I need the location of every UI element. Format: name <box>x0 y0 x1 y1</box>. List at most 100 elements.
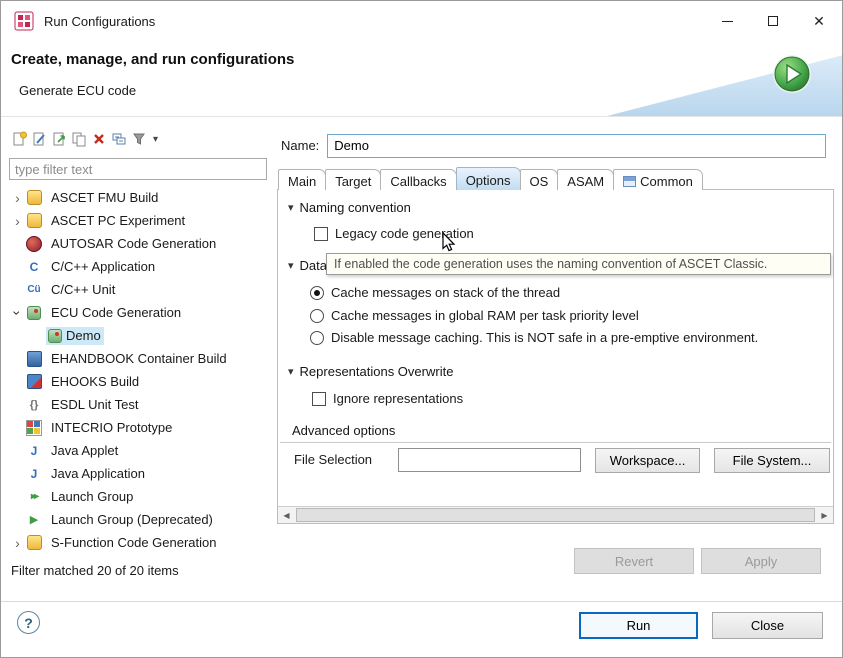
disable-caching-radio[interactable] <box>310 331 324 345</box>
tree-item-ascet-pc-experiment[interactable]: › ASCET PC Experiment <box>9 209 267 232</box>
delete-configuration-icon[interactable] <box>89 130 108 149</box>
collapse-icon[interactable]: › <box>11 304 25 321</box>
tree-item-label: Demo <box>66 328 101 343</box>
naming-convention-section[interactable]: ▾ Naming convention <box>288 200 411 215</box>
collapse-all-icon[interactable] <box>109 130 128 149</box>
close-button[interactable]: ✕ <box>796 1 842 41</box>
tree-item-ehooks-build[interactable]: EHOOKS Build <box>9 370 267 393</box>
c-cpp-application-icon: C <box>26 259 42 275</box>
cache-stack-radio[interactable] <box>310 286 324 300</box>
ignore-representations-checkbox[interactable] <box>312 392 326 406</box>
horizontal-scrollbar[interactable]: ◀ ▶ <box>278 506 833 523</box>
section-collapse-icon[interactable]: ▾ <box>288 259 294 272</box>
name-row: Name: <box>281 133 826 158</box>
launch-group-deprecated-icon: ▶ <box>26 512 42 528</box>
tree-item-java-application[interactable]: J Java Application <box>9 462 267 485</box>
cache-global-ram-radio[interactable] <box>310 309 324 323</box>
tree-item-esdl-unit-test[interactable]: {} ESDL Unit Test <box>9 393 267 416</box>
expand-icon[interactable]: › <box>9 536 26 550</box>
header-subtitle: Generate ECU code <box>19 83 136 98</box>
help-button[interactable]: ? <box>17 611 40 634</box>
tab-asam[interactable]: ASAM <box>557 169 614 190</box>
tree-item-label: S-Function Code Generation <box>47 533 220 552</box>
duplicate-configuration-icon[interactable] <box>69 130 88 149</box>
c-cpp-unit-icon: Cü <box>26 282 42 298</box>
data-section[interactable]: ▾ Data <box>288 258 327 273</box>
revert-button[interactable]: Revert <box>574 548 694 574</box>
app-icon <box>14 11 34 31</box>
new-configuration-icon[interactable] <box>9 130 28 149</box>
cache-global-ram-label: Cache messages in global RAM per task pr… <box>331 308 639 323</box>
tree-item-ascet-fmu-build[interactable]: › ASCET FMU Build <box>9 186 267 209</box>
tree-item-ehandbook-container-build[interactable]: EHANDBOOK Container Build <box>9 347 267 370</box>
tree-item-label: ECU Code Generation <box>47 303 185 322</box>
name-input[interactable] <box>327 134 826 158</box>
apply-button[interactable]: Apply <box>701 548 821 574</box>
tab-target[interactable]: Target <box>325 169 381 190</box>
tree-item-label: Launch Group (Deprecated) <box>47 510 217 529</box>
maximize-button[interactable] <box>750 1 796 41</box>
launch-group-icon: ▸▸ <box>26 489 42 505</box>
run-configurations-dialog: Run Configurations ✕ Create, manage, and… <box>0 0 843 658</box>
file-system-button[interactable]: File System... <box>714 448 830 473</box>
tree-item-launch-group-deprecated[interactable]: ▶ Launch Group (Deprecated) <box>9 508 267 531</box>
tab-options[interactable]: Options <box>456 167 521 190</box>
export-configuration-icon[interactable] <box>49 130 68 149</box>
section-collapse-icon[interactable]: ▾ <box>288 365 294 378</box>
tab-common[interactable]: Common <box>613 169 703 190</box>
tree-item-java-applet[interactable]: J Java Applet <box>9 439 267 462</box>
new-prototype-icon[interactable] <box>29 130 48 149</box>
tree-item-launch-group[interactable]: ▸▸ Launch Group <box>9 485 267 508</box>
autosar-code-generation-icon <box>26 236 42 252</box>
ecu-code-generation-icon <box>48 329 62 343</box>
tab-os[interactable]: OS <box>520 169 559 190</box>
ehooks-build-icon <box>26 374 42 390</box>
scrollbar-thumb[interactable] <box>296 508 815 522</box>
cache-stack-label: Cache messages on stack of the thread <box>331 285 560 300</box>
workspace-button[interactable]: Workspace... <box>595 448 700 473</box>
tree-item-label: Java Application <box>47 464 149 483</box>
tree-item-label: EHANDBOOK Container Build <box>47 349 231 368</box>
tree-item-s-function-code-generation[interactable]: › S-Function Code Generation <box>9 531 267 554</box>
filter-input[interactable] <box>9 158 267 180</box>
mouse-cursor <box>438 231 458 253</box>
configuration-tree: › ASCET FMU Build › ASCET PC Experiment … <box>9 186 267 554</box>
intecrio-prototype-icon <box>26 420 42 436</box>
close-dialog-button[interactable]: Close <box>712 612 823 639</box>
legacy-code-generation-checkbox[interactable] <box>314 227 328 241</box>
tree-item-label: ASCET FMU Build <box>47 188 162 207</box>
dialog-footer: ? Run Close <box>1 601 842 658</box>
java-applet-icon: J <box>26 443 42 459</box>
dialog-header: Create, manage, and run configurations G… <box>1 41 842 117</box>
tree-item-intecrio-prototype[interactable]: INTECRIO Prototype <box>9 416 267 439</box>
tree-item-label: INTECRIO Prototype <box>47 418 176 437</box>
representations-overwrite-section[interactable]: ▾ Representations Overwrite <box>288 364 453 379</box>
toolbar-dropdown-icon[interactable]: ▾ <box>149 134 162 145</box>
expand-icon[interactable]: › <box>9 191 26 205</box>
file-selection-input[interactable] <box>398 448 581 472</box>
tree-item-ecu-code-generation[interactable]: › ECU Code Generation <box>9 301 267 324</box>
tree-item-demo[interactable]: Demo <box>9 324 267 347</box>
legacy-checkbox-tooltip: If enabled the code generation uses the … <box>326 253 831 275</box>
expand-icon[interactable]: › <box>9 214 26 228</box>
tree-item-label: C/C++ Application <box>47 257 159 276</box>
run-button[interactable]: Run <box>579 612 698 639</box>
ignore-representations-label: Ignore representations <box>333 391 463 406</box>
tree-item-c-cpp-application[interactable]: C C/C++ Application <box>9 255 267 278</box>
help-icon: ? <box>24 615 33 631</box>
minimize-button[interactable] <box>704 1 750 41</box>
advanced-options-header: Advanced options <box>292 423 395 438</box>
window-title: Run Configurations <box>44 14 155 29</box>
tree-item-label: AUTOSAR Code Generation <box>47 234 220 253</box>
tree-item-c-cpp-unit[interactable]: Cü C/C++ Unit <box>9 278 267 301</box>
tab-callbacks[interactable]: Callbacks <box>380 169 456 190</box>
tab-bar: Main Target Callbacks Options OS ASAM Co… <box>278 167 834 190</box>
tab-main[interactable]: Main <box>278 169 326 190</box>
tree-item-autosar-code-generation[interactable]: AUTOSAR Code Generation <box>9 232 267 255</box>
tree-item-label: Java Applet <box>47 441 122 460</box>
scroll-left-icon[interactable]: ◀ <box>278 507 295 523</box>
section-collapse-icon[interactable]: ▾ <box>288 201 294 214</box>
scroll-right-icon[interactable]: ▶ <box>816 507 833 523</box>
cache-stack-row: Cache messages on stack of the thread <box>310 285 560 300</box>
filter-icon[interactable] <box>129 130 148 149</box>
